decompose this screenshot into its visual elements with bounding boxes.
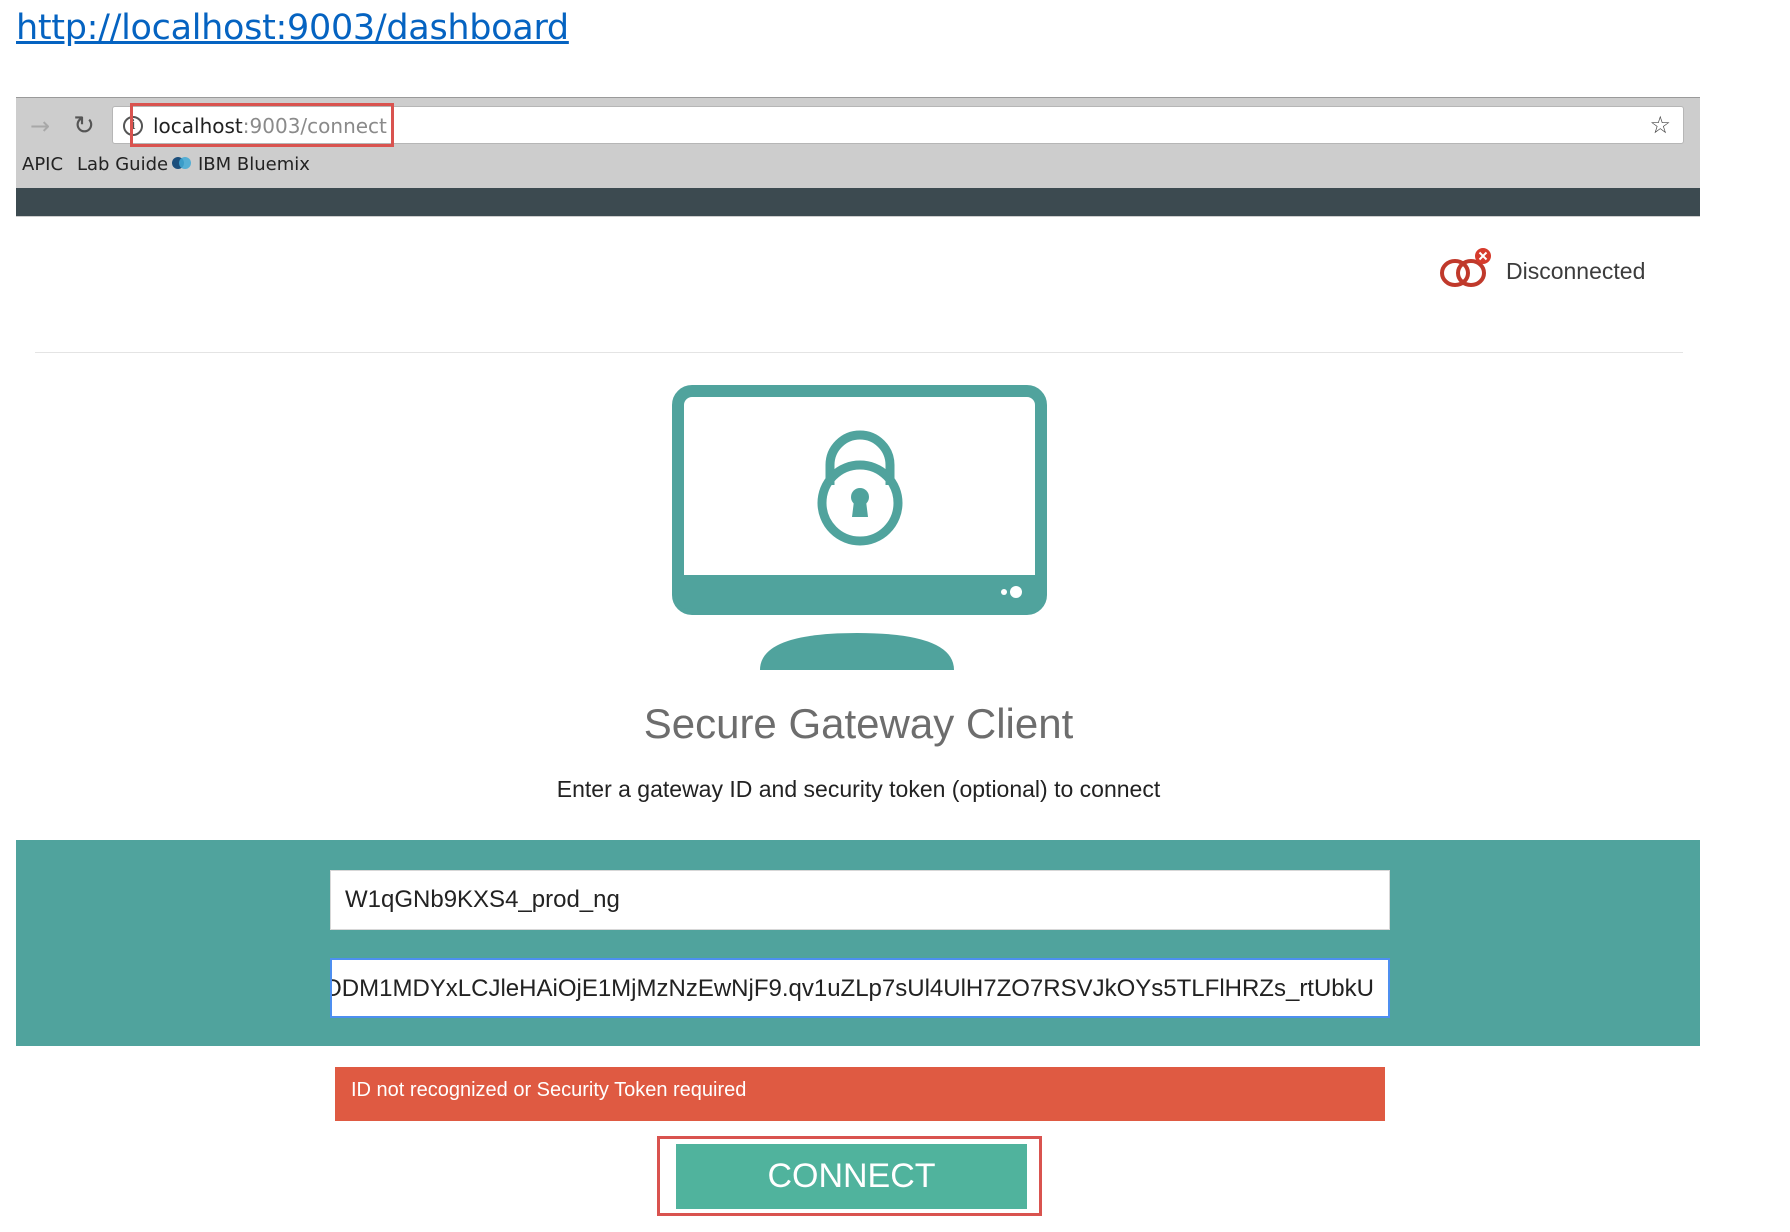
header-divider xyxy=(35,352,1683,353)
bookmark-ibm-bluemix[interactable]: IBM Bluemix xyxy=(172,154,310,175)
bookmark-star-icon[interactable]: ☆ xyxy=(1649,111,1671,139)
forward-arrow-icon[interactable]: → xyxy=(26,112,54,140)
error-message: ID not recognized or Security Token requ… xyxy=(335,1067,1385,1121)
ibm-bluemix-icon xyxy=(172,156,192,172)
disconnected-link-icon xyxy=(1440,248,1491,287)
connect-form: W1qGNb9KXS4_prod_ng xODM1MDYxLCJleHAiOjE… xyxy=(16,840,1700,1046)
app-header-bar xyxy=(16,188,1700,216)
url-highlight-box xyxy=(130,103,394,147)
page-subtitle: Enter a gateway ID and security token (o… xyxy=(556,776,1161,802)
security-token-value: xODM1MDYxLCJleHAiOjE1MjMzNzEwNjF9.qv1uZL… xyxy=(330,975,1374,1002)
dashboard-link[interactable]: http://localhost:9003/dashboard xyxy=(16,8,569,48)
status-label: Disconnected xyxy=(1506,258,1646,284)
bookmark-ibm-bluemix-label: IBM Bluemix xyxy=(198,154,310,175)
reload-icon[interactable]: ↻ xyxy=(70,112,98,140)
page-title: Secure Gateway Client xyxy=(643,700,1074,747)
security-token-input[interactable]: xODM1MDYxLCJleHAiOjE1MjMzNzEwNjF9.qv1uZL… xyxy=(330,958,1390,1018)
connect-button[interactable]: CONNECT xyxy=(676,1144,1027,1209)
bookmark-apic[interactable]: APIC xyxy=(22,154,63,175)
gateway-id-input[interactable]: W1qGNb9KXS4_prod_ng xyxy=(330,870,1390,930)
secure-monitor-lock-icon xyxy=(672,385,1047,670)
bookmark-lab-guide[interactable]: Lab Guide xyxy=(77,154,168,175)
